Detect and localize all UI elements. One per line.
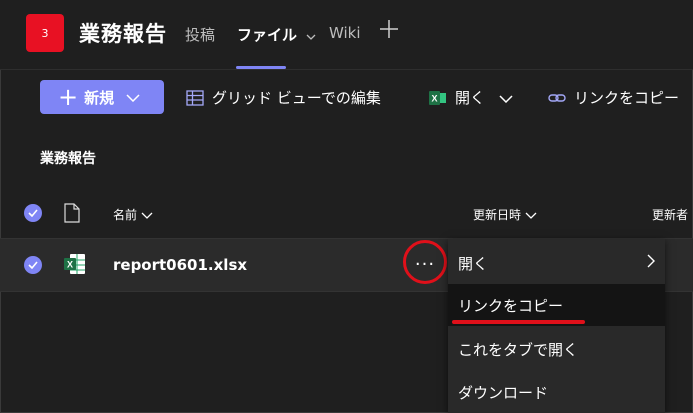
- file-type-icon: [64, 203, 80, 227]
- team-badge-text: 3: [41, 26, 49, 40]
- menu-item-download[interactable]: ダウンロード: [448, 371, 665, 413]
- column-modified-by[interactable]: 更新者: [652, 206, 688, 223]
- file-name[interactable]: report0601.xlsx: [113, 256, 247, 274]
- copy-link-button[interactable]: リンクをコピー: [548, 87, 679, 108]
- link-icon: [548, 92, 566, 104]
- select-all-checkbox[interactable]: [24, 204, 42, 222]
- excel-icon: X: [429, 90, 447, 106]
- column-modified[interactable]: 更新日時: [473, 206, 537, 223]
- column-name-label: 名前: [113, 208, 138, 222]
- tab-wiki-label: Wiki: [329, 24, 361, 42]
- grid-icon: [186, 89, 204, 106]
- menu-item-open-in-tab[interactable]: これをタブで開く: [448, 328, 665, 370]
- open-button[interactable]: X 開く: [429, 87, 513, 108]
- column-name[interactable]: 名前: [113, 206, 153, 223]
- chevron-down-icon: [499, 89, 513, 107]
- list-header: 名前 更新日時 更新者: [0, 196, 693, 232]
- tab-wiki[interactable]: Wiki: [329, 24, 361, 42]
- chevron-right-icon: [647, 254, 655, 272]
- tab-posts-label: 投稿: [185, 26, 216, 44]
- svg-text:X: X: [431, 93, 437, 103]
- menu-item-copy-link-label: リンクをコピー: [458, 296, 564, 315]
- menu-item-open-label: 開く: [458, 254, 489, 273]
- channel-title: 業務報告: [79, 22, 167, 46]
- column-modified-by-label: 更新者: [652, 208, 689, 222]
- tab-files-label: ファイル: [237, 26, 298, 44]
- folder-title: 業務報告: [40, 151, 96, 167]
- active-tab-indicator: [236, 66, 286, 69]
- grid-view-edit-label: グリッド ビューでの編集: [212, 89, 381, 107]
- channel-header: 3 業務報告 投稿 ファイル Wiki: [0, 0, 693, 70]
- open-label: 開く: [455, 89, 486, 107]
- highlight-circle: [403, 240, 447, 284]
- menu-item-download-label: ダウンロード: [458, 383, 549, 402]
- menu-item-open[interactable]: 開く: [448, 242, 665, 284]
- command-bar: + 新規 グリッド ビューでの編集 X 開く リンクをコピー: [0, 70, 693, 124]
- svg-text:X: X: [67, 260, 73, 270]
- context-menu: 開く リンクをコピー これをタブで開く ダウンロード: [448, 239, 665, 413]
- menu-item-open-in-tab-label: これをタブで開く: [458, 340, 579, 359]
- excel-file-icon: X: [64, 253, 86, 279]
- tab-files[interactable]: ファイル: [237, 24, 316, 45]
- chevron-down-icon: [141, 208, 153, 222]
- plus-icon: +: [58, 83, 79, 111]
- new-button[interactable]: + 新規: [40, 80, 164, 114]
- copy-link-label: リンクをコピー: [574, 89, 680, 107]
- row-checkbox[interactable]: [24, 256, 42, 274]
- tab-posts[interactable]: 投稿: [185, 24, 215, 45]
- team-avatar[interactable]: 3: [26, 14, 64, 52]
- add-tab-icon[interactable]: [378, 18, 400, 40]
- highlight-underline: [452, 320, 585, 324]
- column-modified-label: 更新日時: [473, 208, 522, 222]
- chevron-down-icon: [126, 88, 140, 106]
- new-button-label: 新規: [84, 88, 115, 107]
- chevron-down-icon: [525, 208, 537, 222]
- grid-view-edit-button[interactable]: グリッド ビューでの編集: [186, 87, 381, 108]
- chevron-down-icon: [306, 32, 316, 43]
